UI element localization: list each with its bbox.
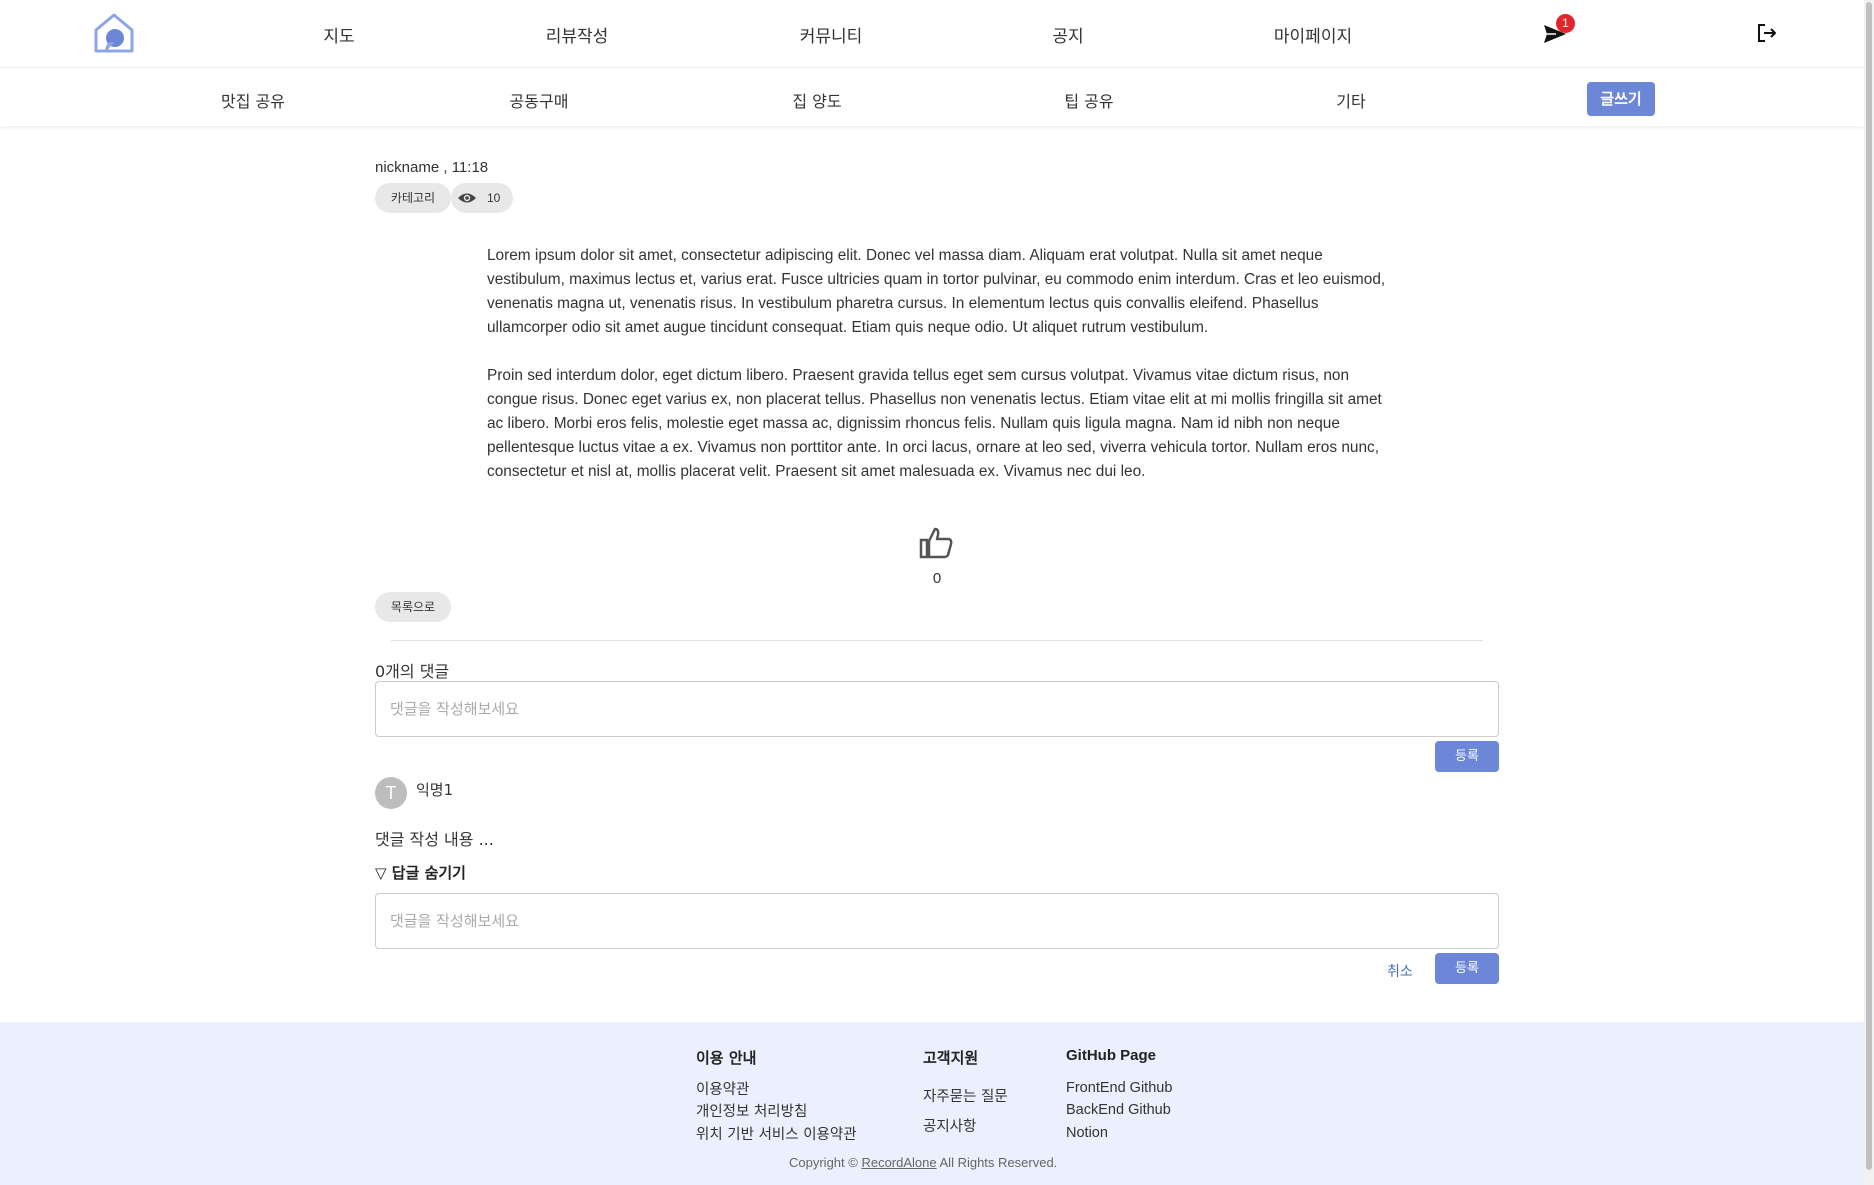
scrollbar-thumb[interactable] [1866,2,1872,1170]
reply-submit-button[interactable]: 등록 [1435,953,1499,984]
copyright-prefix: Copyright © [789,1155,858,1170]
write-post-button[interactable]: 글쓰기 [1587,82,1655,116]
thumbs-up-icon[interactable] [918,525,954,561]
category-food-share[interactable]: 맛집 공유 [221,88,285,112]
post-body: Lorem ipsum dolor sit amet, consectetur … [487,244,1397,508]
footer-link-location-terms[interactable]: 위치 기반 서비스 이용약관 [696,1123,857,1144]
footer-heading-guide: 이용 안내 [696,1049,757,1067]
footer-heading-support: 고객지원 [923,1049,979,1067]
post-paragraph: Lorem ipsum dolor sit amet, consectetur … [487,247,1386,336]
divider [391,640,1483,641]
copyright-suffix: All Rights Reserved. [939,1155,1058,1170]
nav-item-notice[interactable]: 공지 [1052,22,1083,47]
nav-item-map[interactable]: 지도 [323,22,354,47]
nav-item-review[interactable]: 리뷰작성 [546,22,609,47]
footer-link-faq[interactable]: 자주묻는 질문 [923,1085,1008,1106]
eye-icon [458,193,476,203]
home-logo-icon[interactable] [92,12,136,54]
nav-item-community[interactable]: 커뮤니티 [800,22,863,47]
avatar: T [375,777,407,809]
footer-link-frontend-github[interactable]: FrontEnd Github [1066,1080,1172,1096]
nav-item-mypage[interactable]: 마이페이지 [1274,22,1352,47]
footer-link-terms[interactable]: 이용약관 [696,1078,749,1099]
reply-cancel-button[interactable]: 취소 [1387,961,1413,981]
comment-submit-button[interactable]: 등록 [1435,741,1499,772]
comment-input[interactable] [375,681,1499,737]
comment-count: 0개의 댓글 [375,662,450,681]
reply-input[interactable] [375,893,1499,949]
footer-link-privacy[interactable]: 개인정보 처리방침 [696,1100,807,1121]
like-count: 0 [932,570,942,587]
category-navigation: 맛집 공유 공동구매 집 양도 팁 공유 기타 글쓰기 [0,70,1864,126]
footer-link-backend-github[interactable]: BackEnd Github [1066,1102,1171,1118]
view-count-chip: 10 [451,183,513,213]
footer-heading-github: GitHub Page [1066,1047,1157,1064]
category-house-transfer[interactable]: 집 양도 [792,88,841,112]
footer-link-notices[interactable]: 공지사항 [923,1115,976,1136]
category-chip: 카테고리 [375,183,451,213]
copyright: Copyright © RecordAlone All Rights Reser… [789,1155,1057,1170]
category-etc[interactable]: 기타 [1336,88,1365,112]
category-group-buy[interactable]: 공동구매 [510,88,569,112]
top-navigation: 지도 리뷰작성 커뮤니티 공지 마이페이지 1 [0,0,1864,68]
logout-icon[interactable] [1756,22,1778,44]
hide-replies-toggle[interactable]: ▽ 답글 숨기기 [375,862,466,883]
notification-badge: 1 [1556,14,1575,33]
post-meta: nickname , 11:18 [375,159,489,176]
footer-link-notion[interactable]: Notion [1066,1125,1108,1141]
back-to-list-button[interactable]: 목록으로 [375,592,451,622]
category-tip-share[interactable]: 팁 공유 [1064,88,1113,112]
comment-author: 익명1 [416,781,454,799]
post-paragraph: Proin sed interdum dolor, eget dictum li… [487,367,1382,480]
view-count: 10 [487,191,501,205]
brand-link[interactable]: RecordAlone [861,1155,936,1170]
comment-text: 댓글 작성 내용 ... [375,830,494,849]
